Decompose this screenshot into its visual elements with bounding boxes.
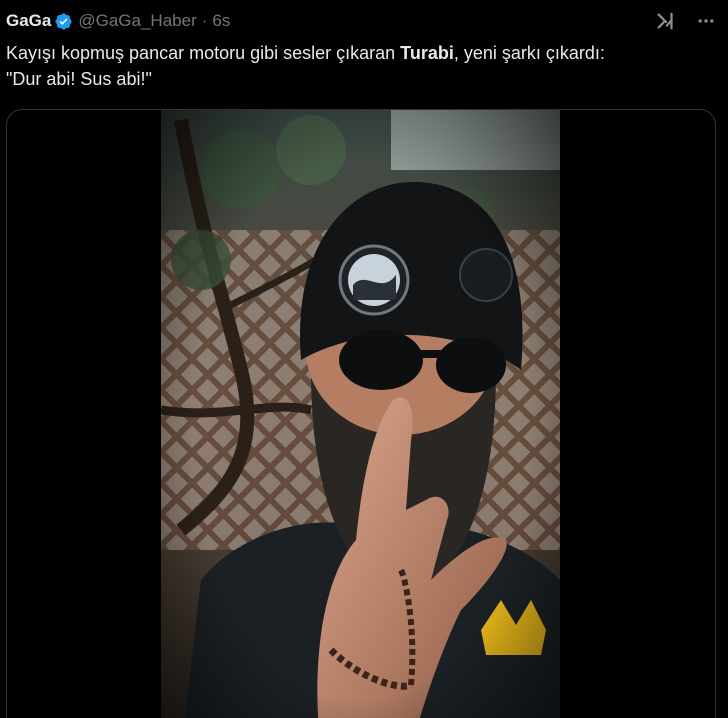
verified-badge-icon[interactable] <box>54 12 73 31</box>
mention-turabi[interactable]: Turabi <box>400 43 454 63</box>
tweet-text: Kayışı kopmuş pancar motoru gibi sesler … <box>6 40 718 92</box>
video-player[interactable] <box>6 109 716 718</box>
more-options-icon[interactable] <box>692 9 720 33</box>
author-name[interactable]: GaGa <box>6 11 51 31</box>
video-frame[interactable] <box>161 110 560 718</box>
tweet: GaGa @GaGa_Haber · 6s Kayışı kopmuş panc… <box>0 0 728 718</box>
grok-icon[interactable] <box>652 9 680 33</box>
video-still-image <box>161 110 560 718</box>
timestamp[interactable]: 6s <box>212 11 230 31</box>
separator-dot: · <box>201 11 208 30</box>
tweet-text-line2: "Dur abi! Sus abi!" <box>6 69 152 89</box>
tweet-text-part2: , yeni şarkı çıkardı: <box>453 43 605 63</box>
header-actions <box>652 9 720 33</box>
author-handle[interactable]: @GaGa_Haber <box>78 11 196 31</box>
tweet-header: GaGa @GaGa_Haber · 6s <box>6 8 720 34</box>
tweet-text-part1: Kayışı kopmuş pancar motoru gibi sesler … <box>6 43 401 63</box>
